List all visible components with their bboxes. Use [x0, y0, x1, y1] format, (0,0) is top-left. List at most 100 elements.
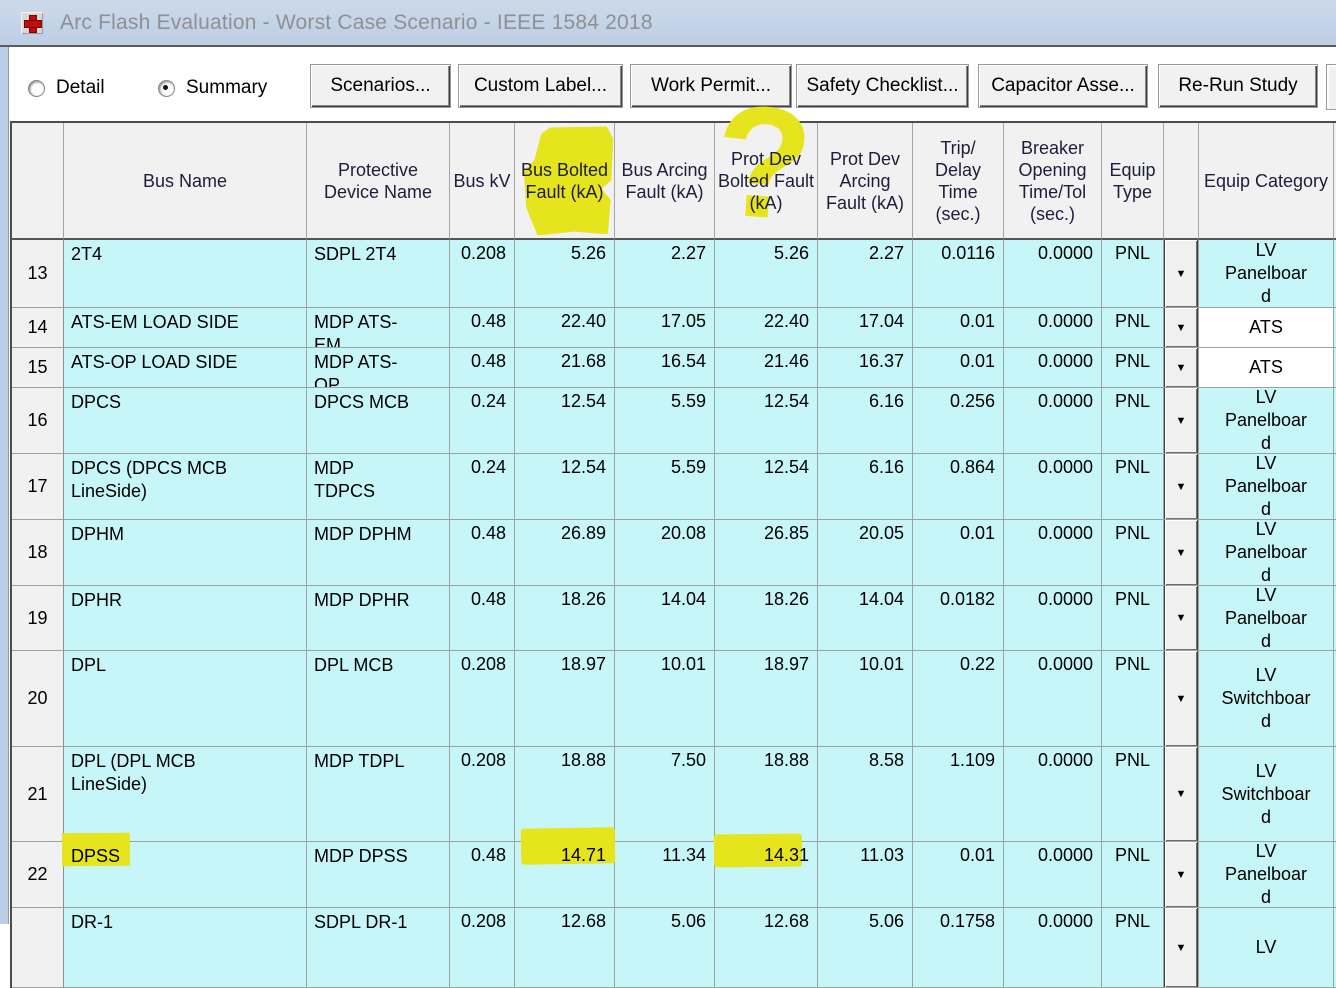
equip-type-cell[interactable]: PNL	[1102, 747, 1164, 842]
trip-delay-time-cell[interactable]: 0.0182	[913, 586, 1004, 651]
bus-name-cell[interactable]: ATS-EM LOAD SIDE	[64, 308, 307, 348]
trip-delay-time-cell[interactable]: 0.01	[913, 842, 1004, 908]
protective-device-cell[interactable]: MDP TDPL	[307, 747, 450, 842]
equip-type-dropdown[interactable]: ▼	[1164, 454, 1199, 520]
chevron-down-icon[interactable]: ▼	[1164, 651, 1198, 746]
breaker-opening-cell[interactable]: 0.0000	[1004, 308, 1102, 348]
custom-label-button[interactable]: Custom Label...	[458, 64, 623, 108]
radio-summary-circle[interactable]	[158, 80, 175, 97]
bus-kv-cell[interactable]: 0.208	[450, 908, 515, 988]
equip-type-dropdown[interactable]: ▼	[1164, 908, 1199, 988]
breaker-opening-cell[interactable]: 0.0000	[1004, 520, 1102, 586]
capacitor-assessment-button[interactable]: Capacitor Asse...	[978, 64, 1148, 108]
rerun-study-button[interactable]: Re-Run Study	[1158, 64, 1318, 108]
bus-bolted-fault-cell[interactable]: 22.40	[515, 308, 615, 348]
pd-bolted-fault-cell[interactable]: 14.31	[715, 842, 818, 908]
equip-type-cell[interactable]: PNL	[1102, 520, 1164, 586]
protective-device-cell[interactable]: MDP DPSS	[307, 842, 450, 908]
breaker-opening-cell[interactable]: 0.0000	[1004, 388, 1102, 454]
pd-arcing-fault-cell[interactable]: 17.04	[818, 308, 913, 348]
equip-type-dropdown[interactable]: ▼	[1164, 388, 1199, 454]
pd-arcing-fault-cell[interactable]: 10.01	[818, 651, 913, 747]
bus-arcing-fault-cell[interactable]: 2.27	[615, 240, 715, 308]
bus-name-cell[interactable]: DR-1	[64, 908, 307, 988]
breaker-opening-cell[interactable]: 0.0000	[1004, 454, 1102, 520]
scenarios-button[interactable]: Scenarios...	[310, 64, 451, 108]
equip-type-dropdown[interactable]: ▼	[1164, 842, 1199, 908]
bus-name-cell[interactable]: DPCS	[64, 388, 307, 454]
row-number-cell[interactable]: 21	[12, 747, 64, 842]
bus-name-cell[interactable]: DPL (DPL MCB LineSide)	[64, 747, 307, 842]
protective-device-cell[interactable]: DPCS MCB	[307, 388, 450, 454]
trip-delay-time-cell[interactable]: 0.256	[913, 388, 1004, 454]
bus-kv-cell[interactable]: 0.48	[450, 586, 515, 651]
radio-detail-circle[interactable]	[28, 80, 45, 97]
trip-delay-time-cell[interactable]: 0.01	[913, 348, 1004, 388]
chevron-down-icon[interactable]: ▼	[1164, 908, 1198, 987]
chevron-down-icon[interactable]: ▼	[1164, 308, 1198, 347]
equip-category-cell[interactable]: LV Panelboard	[1199, 388, 1334, 454]
bus-kv-cell[interactable]: 0.24	[450, 388, 515, 454]
pd-bolted-fault-cell[interactable]: 5.26	[715, 240, 818, 308]
equip-type-cell[interactable]: PNL	[1102, 454, 1164, 520]
bus-bolted-fault-cell[interactable]: 5.26	[515, 240, 615, 308]
equip-category-cell[interactable]: LV Panelboard	[1199, 586, 1334, 651]
equip-type-cell[interactable]: PNL	[1102, 908, 1164, 988]
bus-kv-cell[interactable]: 0.208	[450, 747, 515, 842]
pd-arcing-fault-cell[interactable]: 6.16	[818, 454, 913, 520]
pd-arcing-fault-cell[interactable]: 14.04	[818, 586, 913, 651]
bus-name-cell[interactable]: 2T4	[64, 240, 307, 308]
equip-type-cell[interactable]: PNL	[1102, 651, 1164, 747]
protective-device-cell[interactable]: DPL MCB	[307, 651, 450, 747]
bus-kv-cell[interactable]: 0.48	[450, 348, 515, 388]
chevron-down-icon[interactable]: ▼	[1164, 747, 1198, 841]
bus-bolted-fault-cell[interactable]: 14.71	[515, 842, 615, 908]
chevron-down-icon[interactable]: ▼	[1164, 388, 1198, 453]
bus-name-cell[interactable]: DPSS	[64, 842, 307, 908]
trip-delay-time-cell[interactable]: 0.1758	[913, 908, 1004, 988]
pd-bolted-fault-cell[interactable]: 18.97	[715, 651, 818, 747]
equip-category-cell[interactable]: LV Panelboard	[1199, 520, 1334, 586]
pd-arcing-fault-cell[interactable]: 6.16	[818, 388, 913, 454]
pd-bolted-fault-cell[interactable]: 18.26	[715, 586, 818, 651]
breaker-opening-cell[interactable]: 0.0000	[1004, 348, 1102, 388]
pd-bolted-fault-cell[interactable]: 12.54	[715, 454, 818, 520]
row-number-cell[interactable]: 16	[12, 388, 64, 454]
equip-type-dropdown[interactable]: ▼	[1164, 520, 1199, 586]
chevron-down-icon[interactable]: ▼	[1164, 520, 1198, 585]
pd-arcing-fault-cell[interactable]: 20.05	[818, 520, 913, 586]
protective-device-cell[interactable]: SDPL 2T4	[307, 240, 450, 308]
trip-delay-time-cell[interactable]: 0.01	[913, 520, 1004, 586]
bus-kv-cell[interactable]: 0.24	[450, 454, 515, 520]
bus-kv-cell[interactable]: 0.208	[450, 651, 515, 747]
equip-type-dropdown[interactable]: ▼	[1164, 747, 1199, 842]
chevron-down-icon[interactable]: ▼	[1164, 586, 1198, 650]
bus-arcing-fault-cell[interactable]: 5.59	[615, 454, 715, 520]
breaker-opening-cell[interactable]: 0.0000	[1004, 747, 1102, 842]
pd-bolted-fault-cell[interactable]: 22.40	[715, 308, 818, 348]
equip-category-cell[interactable]: ATS	[1199, 348, 1334, 388]
equip-category-cell[interactable]: LV Switchboard	[1199, 747, 1334, 842]
bus-bolted-fault-cell[interactable]: 18.26	[515, 586, 615, 651]
pd-arcing-fault-cell[interactable]: 8.58	[818, 747, 913, 842]
trip-delay-time-cell[interactable]: 0.01	[913, 308, 1004, 348]
row-number-cell[interactable]: 19	[12, 586, 64, 651]
equip-type-cell[interactable]: PNL	[1102, 348, 1164, 388]
row-number-cell[interactable]: 22	[12, 842, 64, 908]
pd-arcing-fault-cell[interactable]: 11.03	[818, 842, 913, 908]
bus-arcing-fault-cell[interactable]: 10.01	[615, 651, 715, 747]
equip-type-dropdown[interactable]: ▼	[1164, 308, 1199, 348]
equip-type-dropdown[interactable]: ▼	[1164, 348, 1199, 388]
trip-delay-time-cell[interactable]: 0.0116	[913, 240, 1004, 308]
trip-delay-time-cell[interactable]: 0.22	[913, 651, 1004, 747]
trip-delay-time-cell[interactable]: 1.109	[913, 747, 1004, 842]
pd-bolted-fault-cell[interactable]: 18.88	[715, 747, 818, 842]
pd-arcing-fault-cell[interactable]: 2.27	[818, 240, 913, 308]
breaker-opening-cell[interactable]: 0.0000	[1004, 240, 1102, 308]
equip-category-cell[interactable]: LV Switchboard	[1199, 651, 1334, 747]
row-number-cell[interactable]: 15	[12, 348, 64, 388]
equip-category-cell[interactable]: LV	[1199, 908, 1334, 988]
equip-category-cell[interactable]: ATS	[1199, 308, 1334, 348]
pd-arcing-fault-cell[interactable]: 16.37	[818, 348, 913, 388]
bus-bolted-fault-cell[interactable]: 12.54	[515, 388, 615, 454]
